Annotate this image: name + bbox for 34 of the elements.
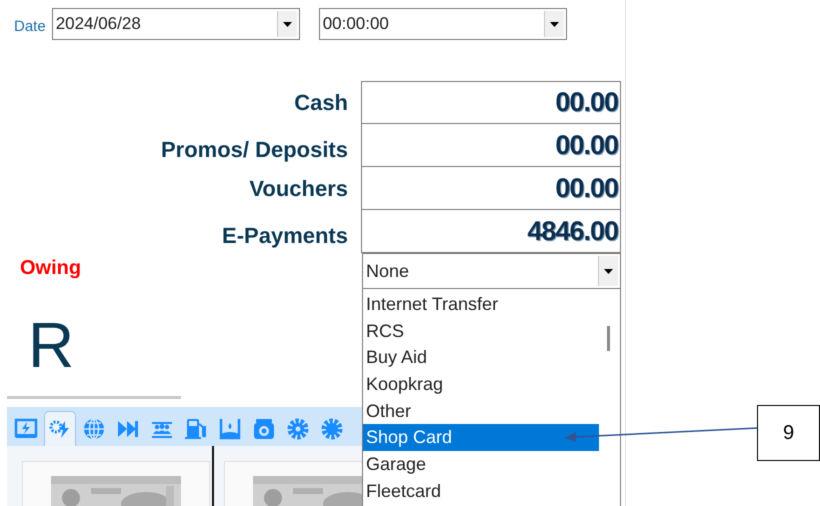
dropdown-option[interactable]: Internet Transfer — [363, 291, 599, 318]
amount-field: 00.00 — [361, 167, 621, 210]
scrollbar-thumb[interactable] — [607, 326, 610, 351]
toolbar-tab[interactable] — [44, 411, 76, 446]
date-label: Date — [14, 16, 46, 37]
amount-label: Vouchers — [248, 175, 348, 203]
dropdown-option[interactable]: Garage — [363, 451, 599, 478]
lightning-icon — [14, 416, 38, 440]
globe-icon — [82, 416, 106, 440]
amount-field: 00.00 — [361, 124, 621, 167]
dropdown-option[interactable]: Shop Card — [363, 424, 599, 452]
amount-field: 00.00 — [361, 81, 621, 124]
time-field[interactable]: 00:00:00 — [318, 8, 567, 40]
amount-label: E-Payments — [221, 222, 348, 250]
gear-icon — [286, 416, 310, 440]
fuel-pump-icon — [184, 416, 208, 440]
date-field[interactable]: 2024/06/28 — [52, 8, 300, 40]
dropdown-caret-icon[interactable] — [544, 11, 564, 37]
dropdown-option[interactable]: RCS — [363, 318, 599, 344]
currency-symbol: R — [28, 313, 74, 377]
dropdown-option[interactable]: Other — [363, 398, 599, 424]
owing-label: Owing — [20, 256, 82, 281]
dropdown-option[interactable]: Koopkrag — [363, 371, 599, 398]
dropdown-option[interactable]: Buy Aid — [363, 344, 599, 372]
dropdown-caret-icon[interactable] — [276, 11, 297, 37]
dropdown-option[interactable]: Fleetcard — [363, 478, 599, 504]
gear-icon — [320, 416, 344, 440]
eye-box-icon — [252, 416, 276, 440]
water-drop-icon — [218, 416, 242, 440]
dropdown-caret-icon[interactable] — [598, 256, 618, 286]
payment-type-dropdown[interactable]: None — [362, 253, 621, 289]
amount-label: Cash — [293, 89, 348, 117]
amount-label: Promos/ Deposits — [160, 136, 348, 164]
callout-number: 9 — [757, 405, 820, 461]
